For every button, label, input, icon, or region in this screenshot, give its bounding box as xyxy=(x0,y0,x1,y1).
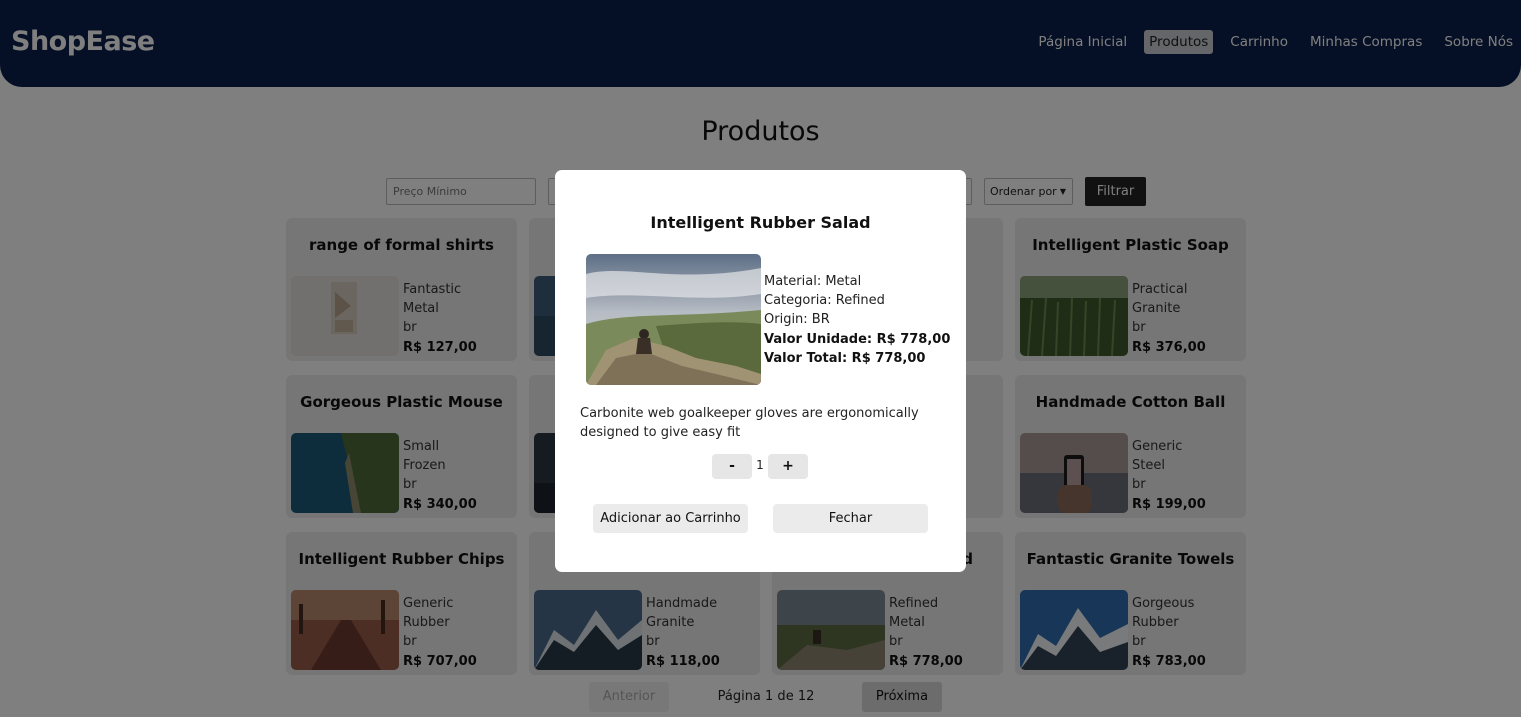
modal-description: Carbonite web goalkeeper gloves are ergo… xyxy=(580,406,919,441)
quantity-increase-button[interactable]: + xyxy=(768,454,808,479)
quantity-stepper: - 1 + xyxy=(712,454,808,479)
modal-product-image xyxy=(586,254,761,385)
add-to-cart-button[interactable]: Adicionar ao Carrinho xyxy=(593,504,748,533)
modal-product-info: Material: Metal Categoria: Refined Origi… xyxy=(764,272,950,368)
modal-material: Material: Metal xyxy=(764,274,862,289)
modal-title: Intelligent Rubber Salad xyxy=(650,213,871,232)
modal-total-price: Valor Total: R$ 778,00 xyxy=(764,350,926,366)
quantity-value: 1 xyxy=(756,458,764,472)
modal-category: Categoria: Refined xyxy=(764,293,885,309)
modal-origin: Origin: BR xyxy=(764,312,830,328)
close-modal-button[interactable]: Fechar xyxy=(773,504,928,533)
modal-unit-price: Valor Unidade: R$ 778,00 xyxy=(764,331,951,347)
quantity-decrease-button[interactable]: - xyxy=(712,454,752,479)
product-detail-modal: Intelligent Rubber Salad Material: Metal… xyxy=(555,170,966,572)
